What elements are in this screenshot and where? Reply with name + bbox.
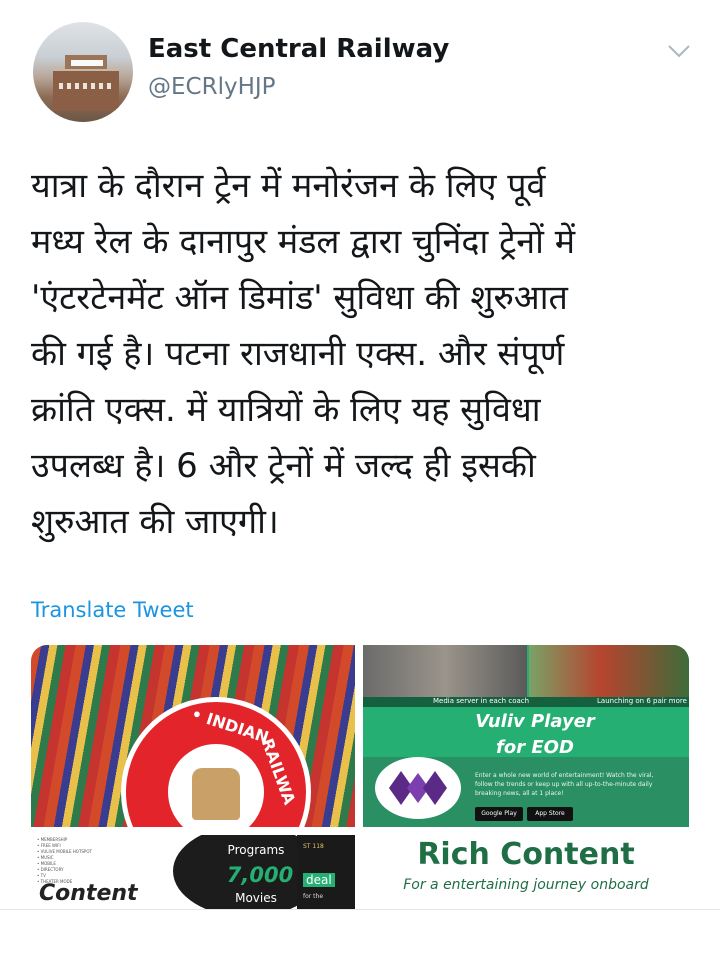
author-handle[interactable]: @ECRlyHJP <box>148 74 276 100</box>
emblem-icon <box>192 768 240 820</box>
indian-railways-logo: • INDIAN RAILWA <box>121 697 311 827</box>
panel-for-the-text: for the <box>303 893 324 900</box>
promo-text: Enter a whole new world of entertainment… <box>475 772 654 797</box>
vuliv-title: Vuliv Player for EOD <box>475 711 595 758</box>
rich-content-tagline: For a entertaining journey onboard <box>403 877 649 893</box>
programs-label: Programs <box>227 843 285 857</box>
vuliv-mark-icon <box>389 771 447 805</box>
avatar-building <box>53 55 119 111</box>
coach-photo <box>363 645 527 697</box>
caption-launching: Launching on 6 pair more trains <box>597 697 689 705</box>
media-grid: • INDIAN RAILWA Media server in each coa… <box>31 645 689 909</box>
content-heading: Content <box>39 881 138 906</box>
tweet-text: यात्रा के दौरान ट्रेन में मनोरंजन के लिए… <box>31 166 576 542</box>
caption-media-server: Media server in each coach <box>433 697 530 705</box>
logo-text-railways: RAILWA <box>257 735 300 808</box>
deal-badge: deal <box>303 873 335 887</box>
translate-tweet-link[interactable]: Translate Tweet <box>31 598 194 622</box>
avatar-sign <box>71 60 103 66</box>
media-image-indian-railways[interactable]: • INDIAN RAILWA <box>31 645 355 827</box>
rich-content-title: Rich Content <box>417 837 635 872</box>
movies-label: Movies <box>235 891 277 905</box>
author-name[interactable]: East Central Railway <box>148 34 449 64</box>
media-image-vuliv-player[interactable]: Media server in each coach Launching on … <box>363 645 689 827</box>
app-store-badge[interactable]: App Store <box>527 807 573 821</box>
avatar[interactable] <box>33 22 133 122</box>
feature-list: • MEMBERSHIP • FREE WIFI • VULIVE MOBILE… <box>37 837 92 884</box>
divider <box>0 909 720 910</box>
train-photo <box>529 645 689 697</box>
media-image-rich-content[interactable]: Rich Content For a entertaining journey … <box>363 835 689 909</box>
vuliv-logo <box>375 757 461 819</box>
panel-top-text: ST 118 <box>303 843 324 850</box>
logo-text-indian: • INDIAN <box>189 704 272 747</box>
chevron-down-icon[interactable] <box>667 42 691 60</box>
google-play-badge[interactable]: Google Play <box>475 807 523 821</box>
media-image-content-stats[interactable]: • MEMBERSHIP • FREE WIFI • VULIVE MOBILE… <box>31 835 355 909</box>
